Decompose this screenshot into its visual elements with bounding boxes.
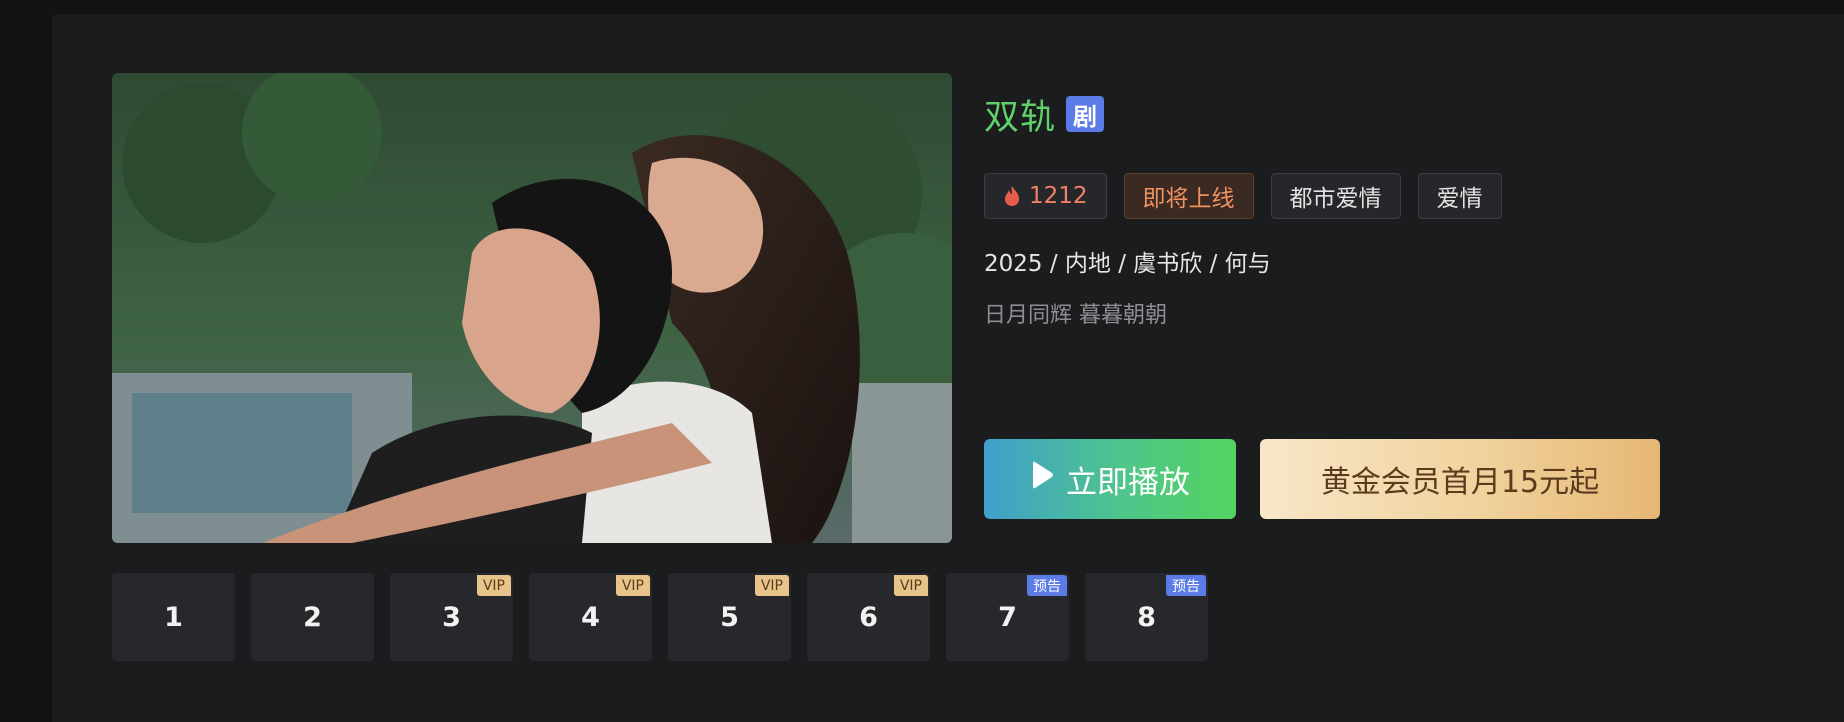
episode-button[interactable]: 7 预告 [946, 573, 1069, 661]
vip-subscribe-button[interactable]: 黄金会员首月15元起 [1260, 439, 1660, 519]
preview-badge: 预告 [1166, 575, 1206, 596]
episode-number: 4 [581, 601, 600, 633]
vip-badge: VIP [893, 575, 928, 596]
tag-list: 1212 即将上线 都市爱情 爱情 [984, 173, 1502, 219]
episode-number: 7 [998, 601, 1017, 633]
episode-button[interactable]: 5 VIP [668, 573, 791, 661]
genre-tag[interactable]: 爱情 [1417, 173, 1502, 219]
show-subtitle: 日月同辉 暮暮朝朝 [984, 303, 1167, 328]
episode-button[interactable]: 8 预告 [1085, 573, 1208, 661]
play-button[interactable]: 立即播放 [984, 439, 1236, 519]
episode-number: 2 [303, 601, 322, 633]
play-icon [1030, 461, 1054, 497]
preview-badge: 预告 [1027, 575, 1067, 596]
vip-badge: VIP [615, 575, 650, 596]
episode-number: 5 [720, 601, 739, 633]
episode-number: 8 [1137, 601, 1156, 633]
poster-illustration [112, 73, 952, 543]
episode-number: 6 [859, 601, 878, 633]
episode-button[interactable]: 6 VIP [807, 573, 930, 661]
vip-badge: VIP [476, 575, 511, 596]
poster-image[interactable] [112, 73, 952, 543]
episode-list: 1 2 3 VIP 4 VIP 5 VIP 6 VIP 7 预告 8 预告 [112, 573, 1208, 661]
heat-value: 1212 [1029, 183, 1088, 209]
episode-button[interactable]: 2 [251, 573, 374, 661]
genre-tag[interactable]: 都市爱情 [1270, 173, 1401, 219]
status-tag: 即将上线 [1123, 173, 1254, 219]
episode-button[interactable]: 3 VIP [390, 573, 513, 661]
episode-button[interactable]: 4 VIP [529, 573, 652, 661]
play-button-label: 立即播放 [1066, 464, 1190, 501]
episode-number: 3 [442, 601, 461, 633]
episode-button[interactable]: 1 [112, 573, 235, 661]
episode-number: 1 [164, 601, 183, 633]
show-meta: 2025 / 内地 / 虞书欣 / 何与 [984, 251, 1271, 277]
title-row: 双轨 剧 [984, 92, 1105, 138]
vip-badge: VIP [754, 575, 789, 596]
fire-icon [1003, 185, 1021, 207]
heat-tag: 1212 [984, 173, 1107, 219]
show-title: 双轨 [984, 97, 1057, 138]
type-badge: 剧 [1066, 96, 1105, 132]
